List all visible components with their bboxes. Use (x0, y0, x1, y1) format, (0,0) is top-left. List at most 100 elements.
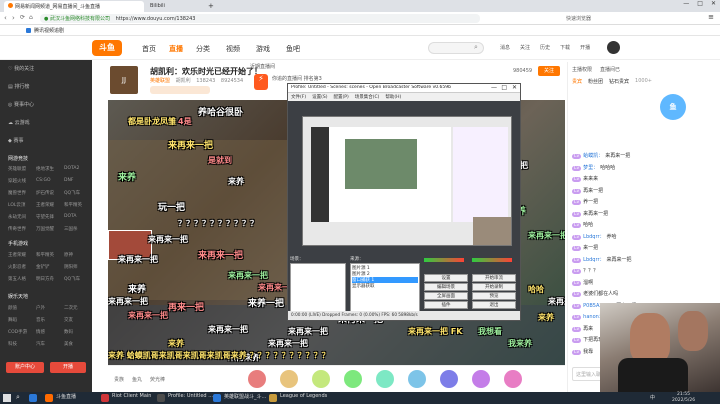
back-icon[interactable]: ‹ (4, 14, 7, 22)
sidebar-item-rank[interactable]: ▤ 排行榜 (8, 83, 29, 90)
sidebar-game-link[interactable]: 阴阳师 (64, 264, 78, 270)
clock[interactable]: 21:55 2022/5/26 (672, 392, 695, 404)
obs-button[interactable]: 插件 (424, 301, 468, 309)
nav-home[interactable]: 首页 (142, 44, 156, 54)
mic-meter[interactable] (424, 258, 464, 262)
obs-menu-help[interactable]: 帮助(H) (385, 94, 401, 100)
maximize-button[interactable]: □ (697, 0, 703, 7)
nav-category[interactable]: 分类 (196, 44, 210, 54)
follow-link[interactable]: 关注 (520, 44, 530, 51)
account-button[interactable]: 账户中心 (6, 362, 44, 373)
sidebar-game-link[interactable]: 英雄联盟 (8, 166, 26, 172)
taskbar-app[interactable]: League of Legends (268, 393, 327, 403)
browser-hint[interactable]: 快速浏览器 (566, 15, 591, 22)
taskbar-app[interactable]: Riot Client Main (100, 393, 151, 403)
sidebar-game-link[interactable]: 万国觉醒 (36, 226, 54, 232)
sidebar-game-link[interactable]: 汽车 (36, 341, 45, 347)
obs-volume-meters[interactable] (424, 256, 518, 270)
gift-icon[interactable] (472, 370, 490, 388)
obs-max-button[interactable]: □ (501, 84, 507, 91)
start-button[interactable] (3, 394, 11, 402)
sidebar-game-link[interactable]: COD手游 (8, 329, 27, 335)
desktop-meter[interactable] (472, 258, 512, 262)
obs-scenes-list[interactable] (290, 263, 346, 318)
sidebar-game-link[interactable]: CS:GO (36, 178, 51, 183)
gift-icon[interactable] (408, 370, 426, 388)
taskbar-app[interactable]: 英雄联盟战斗_斗... (212, 393, 266, 403)
source-item[interactable]: 显示器获取 (352, 283, 418, 289)
nav-live[interactable]: 直播 (169, 44, 183, 54)
sidebar-game-link[interactable]: 音乐 (36, 317, 45, 323)
obs-button[interactable]: 设置 (424, 274, 468, 282)
sidebar-game-link[interactable]: 交友 (64, 317, 73, 323)
obs-min-button[interactable]: — (491, 84, 497, 91)
chat-tab-diamond[interactable]: 钻石贵宾 (609, 78, 629, 85)
streamer-avatar[interactable]: JJ (110, 66, 138, 94)
menu-icon[interactable]: ≡ (708, 13, 714, 21)
obs-close-button[interactable]: ✕ (512, 84, 517, 91)
taskbar-app[interactable] (28, 393, 40, 403)
obs-button[interactable]: 开始录制 (472, 283, 516, 291)
gift-icon[interactable] (344, 370, 362, 388)
chat-username[interactable]: Lbdqrr： (583, 234, 604, 240)
sidebar-game-link[interactable]: 美食 (64, 341, 73, 347)
new-tab-button[interactable]: + (208, 2, 214, 10)
obs-menu-scenes[interactable]: 场景集合(C) (355, 94, 380, 100)
taskbar-app[interactable]: 斗鱼直播 (44, 393, 76, 403)
sidebar-game-link[interactable]: 火影忍者 (8, 264, 26, 270)
obs-button[interactable]: 开始串流 (472, 274, 516, 282)
gift-label-glowstick[interactable]: 荧光棒 (150, 376, 165, 383)
chat-tab-vip[interactable]: 贵宾 (572, 78, 582, 85)
sidebar-game-link[interactable]: 三国杀 (64, 226, 78, 232)
close-button[interactable]: ✕ (711, 0, 716, 7)
sidebar-game-link[interactable]: 传奇世界 (8, 226, 26, 232)
sidebar-game-link[interactable]: 科技 (8, 341, 17, 347)
gift-icon[interactable] (312, 370, 330, 388)
sidebar-game-link[interactable]: QQ飞车 (64, 276, 80, 282)
nav-video[interactable]: 视频 (226, 44, 240, 54)
sidebar-game-link[interactable]: 颜值 (8, 305, 17, 311)
obs-button[interactable]: 预览 (472, 292, 516, 300)
tab-second[interactable]: Bilibili (146, 1, 206, 12)
sidebar-item-cloudgame[interactable]: ☁ 云游戏 (8, 119, 30, 126)
sidebar-game-link[interactable]: 和平精英 (36, 252, 54, 258)
obs-button[interactable]: 退出 (472, 301, 516, 309)
sidebar-game-link[interactable]: 王者荣耀 (8, 252, 26, 258)
gift-icon[interactable] (280, 370, 298, 388)
url-field[interactable]: ● 武汉斗鱼网络科技有限公司 https://www.douyu.com/138… (40, 14, 480, 23)
nav-fishbar[interactable]: 鱼吧 (286, 44, 300, 54)
obs-button[interactable]: 全屏画面 (424, 292, 468, 300)
history-link[interactable]: 历史 (540, 44, 550, 51)
sidebar-game-link[interactable]: QQ飞车 (64, 190, 80, 196)
broadcast-link[interactable]: 开播 (580, 44, 590, 51)
fans-badge-icon[interactable]: 鱼 (660, 94, 686, 120)
sidebar-game-link[interactable]: 情感 (36, 329, 45, 335)
sidebar-game-link[interactable]: 数码 (64, 329, 73, 335)
tab-active[interactable]: 网易新闻网频道_网易直播间_斗鱼直播 (4, 1, 144, 12)
gift-icon[interactable] (248, 370, 266, 388)
chat-username[interactable]: 蛤蟆凯： (583, 153, 603, 159)
douyu-logo[interactable]: 斗鱼 (92, 40, 122, 56)
sidebar-game-link[interactable]: DOTA (64, 214, 77, 219)
category-link[interactable]: 英雄联盟 (150, 78, 170, 84)
sidebar-game-link[interactable]: 穿越火线 (8, 178, 26, 184)
gift-label-noble[interactable]: 贵族 (114, 376, 124, 383)
home-icon[interactable]: ⌂ (29, 14, 33, 21)
sidebar-game-link[interactable]: 和平精英 (64, 202, 82, 208)
streamer-name[interactable]: 胡凯利 (176, 78, 191, 84)
user-avatar[interactable] (607, 41, 620, 54)
obs-menu-file[interactable]: 文件(F) (291, 94, 306, 100)
sidebar-game-link[interactable]: 炉石传说 (36, 190, 54, 196)
gift-icon[interactable] (504, 370, 522, 388)
chat-username[interactable]: Lbdqrr： (583, 257, 604, 263)
obs-button[interactable]: 编辑场景 (424, 283, 468, 291)
messages-link[interactable]: 消息 (500, 44, 510, 51)
sidebar-game-link[interactable]: 绝地求生 (36, 166, 54, 172)
sidebar-game-link[interactable]: 原神 (64, 252, 73, 258)
refresh-icon[interactable]: ⟳ (20, 14, 25, 21)
sidebar-item-follow[interactable]: ♡ 我的关注 (8, 65, 34, 72)
sidebar-game-link[interactable]: 魔兽世界 (8, 190, 26, 196)
sidebar-game-link[interactable]: LOL云顶 (8, 202, 25, 208)
chat-username[interactable]: 梦里： (583, 165, 598, 171)
sidebar-game-link[interactable]: 第五人格 (8, 276, 26, 282)
